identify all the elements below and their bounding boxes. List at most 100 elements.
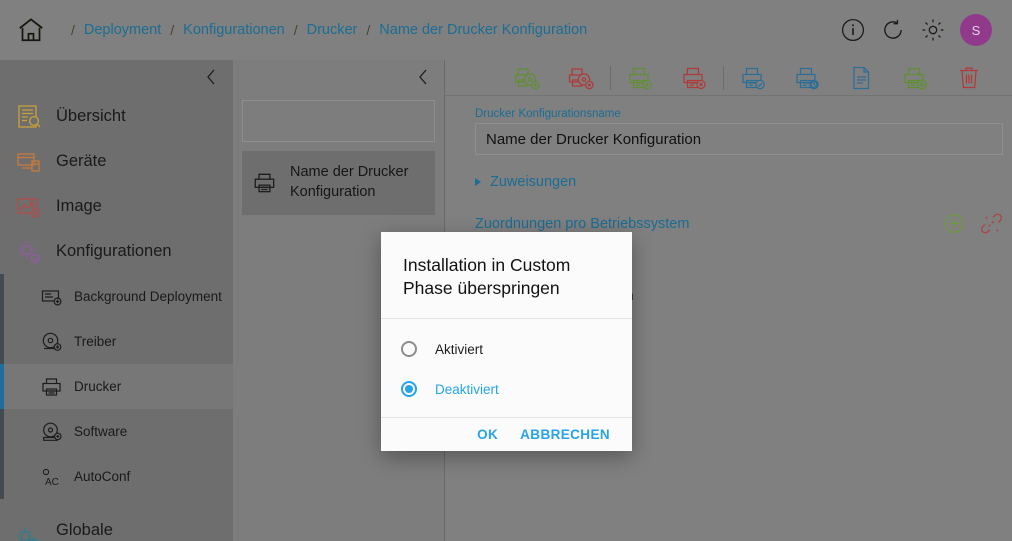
software-icon — [43, 422, 62, 441]
home-icon[interactable] — [16, 15, 46, 45]
radio-button-unselected[interactable] — [401, 341, 417, 358]
overview-icon — [18, 104, 41, 128]
sidebar-item-autoconf[interactable]: AC AutoConf — [0, 454, 233, 499]
list-item[interactable]: Name der Drucker Konfiguration — [242, 151, 435, 215]
sidebar-item-treiber[interactable]: Treiber — [0, 319, 233, 364]
breadcrumb-item-drucker[interactable]: Drucker — [307, 22, 358, 38]
sidebar-item-drucker[interactable]: Drucker — [0, 364, 233, 409]
sidebar-subitem-label: Background Deployment — [74, 289, 222, 304]
trash-icon — [960, 66, 978, 88]
sidebar-subitem-label: Drucker — [74, 379, 122, 394]
header-actions: S — [840, 14, 998, 46]
chevron-right-icon — [475, 178, 481, 186]
radio-option-deaktiviert[interactable]: Deaktiviert — [381, 369, 632, 409]
delete-button[interactable] — [942, 61, 996, 95]
sidebar-item-uebersicht[interactable]: Übersicht — [0, 94, 233, 139]
radio-label: Aktiviert — [435, 341, 484, 357]
printer-disc-add-icon — [514, 67, 540, 89]
printer-delete-icon — [683, 67, 706, 89]
printer-icon — [254, 173, 275, 193]
sidebar-item-software[interactable]: Software — [0, 409, 233, 454]
sidebar-item-geraete[interactable]: Geräte — [0, 139, 233, 184]
delete-printer-button[interactable] — [667, 61, 721, 95]
sidebar-item-label: Geräte — [56, 152, 107, 170]
sidebar-item-background-deployment[interactable]: Background Deployment — [0, 274, 233, 319]
group-indicator — [0, 454, 4, 499]
chevron-left-icon — [207, 69, 215, 85]
document-icon — [853, 66, 870, 89]
sidebar-item-image[interactable]: Image — [0, 184, 233, 229]
printer-icon — [42, 377, 61, 396]
refresh-icon[interactable] — [880, 17, 906, 43]
configurations-icon — [18, 240, 41, 263]
list-panel-collapse-button[interactable] — [233, 60, 444, 94]
chevron-left-icon — [419, 69, 427, 85]
radio-button-selected[interactable] — [401, 381, 417, 398]
toolbar — [445, 60, 1012, 96]
application-root: / Deployment / Konfigurationen / Drucker… — [0, 0, 1012, 541]
group-indicator — [0, 274, 4, 319]
radio-label: Deaktiviert — [435, 381, 499, 397]
svg-text:AC: AC — [45, 477, 59, 488]
printer-add-icon — [629, 67, 652, 89]
background-deployment-icon — [41, 289, 62, 306]
driver-icon — [42, 332, 62, 351]
add-printer-button[interactable] — [613, 61, 667, 95]
remove-printer-driver-button[interactable] — [554, 61, 608, 95]
cancel-button[interactable]: ABBRECHEN — [520, 427, 610, 442]
avatar[interactable]: S — [960, 14, 992, 46]
os-assignments-actions — [943, 212, 1003, 235]
avatar-initial: S — [971, 22, 981, 38]
group-indicator — [0, 319, 4, 364]
add-printer-driver-button[interactable] — [500, 61, 554, 95]
breadcrumb: / Deployment / Konfigurationen / Drucker… — [62, 22, 587, 38]
info-icon[interactable] — [840, 17, 866, 43]
breadcrumb-item-current[interactable]: Name der Drucker Konfiguration — [379, 22, 587, 38]
dialog-options: Aktiviert Deaktiviert — [381, 319, 632, 419]
autoconf-icon: AC — [42, 468, 59, 488]
unlink-icon[interactable] — [980, 212, 1003, 235]
sidebar-item-label: Image — [56, 197, 102, 215]
os-assignments-title: Zuordnungen pro Betriebssystem — [475, 215, 690, 232]
printer-sync-icon — [796, 67, 819, 89]
sidebar-subitem-label: Treiber — [74, 334, 117, 349]
config-name-input[interactable] — [475, 123, 1003, 155]
sync-printer-button[interactable] — [780, 61, 834, 95]
dialog-title: Installation in Custom Phase überspringe… — [381, 232, 632, 320]
list-item-label: Name der Drucker Konfiguration — [290, 164, 409, 200]
printer-settings-icon — [904, 67, 928, 90]
gear-icon[interactable] — [920, 17, 946, 43]
sidebar-item-label: Globale Konfigurationen — [56, 520, 172, 541]
search-box[interactable] — [242, 100, 446, 142]
image-icon — [17, 197, 41, 218]
add-assignment-icon[interactable] — [943, 212, 966, 235]
sidebar-item-label: Konfigurationen — [56, 242, 172, 260]
ok-button[interactable]: OK — [477, 427, 498, 442]
separator — [723, 65, 724, 90]
document-button[interactable] — [834, 61, 888, 95]
sidebar-collapse-button[interactable] — [0, 60, 233, 94]
sidebar-item-label: Übersicht — [56, 107, 126, 125]
dialog-actions: OK ABBRECHEN — [381, 418, 632, 451]
assignments-expander-label: Zuweisungen — [490, 174, 577, 190]
devices-icon — [17, 152, 40, 172]
config-name-label: Drucker Konfigurationsname — [475, 108, 621, 120]
sidebar-subitem-label: Software — [74, 424, 128, 439]
separator — [610, 65, 611, 90]
sidebar-item-konfigurationen[interactable]: Konfigurationen — [0, 229, 233, 274]
search-input[interactable] — [265, 113, 446, 129]
active-indicator — [0, 364, 4, 409]
radio-option-aktiviert[interactable]: Aktiviert — [381, 329, 632, 369]
printer-disc-remove-icon — [568, 67, 594, 89]
edit-printer-button[interactable] — [726, 61, 780, 95]
group-indicator — [0, 409, 4, 454]
printer-settings-button[interactable] — [888, 61, 942, 95]
breadcrumb-item-deployment[interactable]: Deployment — [84, 22, 161, 38]
assignments-expander[interactable]: Zuweisungen — [475, 174, 996, 190]
sidebar: Übersicht Geräte Image Konfigurationen B… — [0, 60, 233, 541]
global-configurations-icon — [17, 527, 39, 541]
breadcrumb-separator: / — [71, 22, 75, 38]
breadcrumb-separator: / — [293, 22, 298, 38]
sidebar-item-globale-konfigurationen[interactable]: Globale Konfigurationen — [0, 517, 233, 541]
breadcrumb-item-konfigurationen[interactable]: Konfigurationen — [183, 22, 285, 38]
